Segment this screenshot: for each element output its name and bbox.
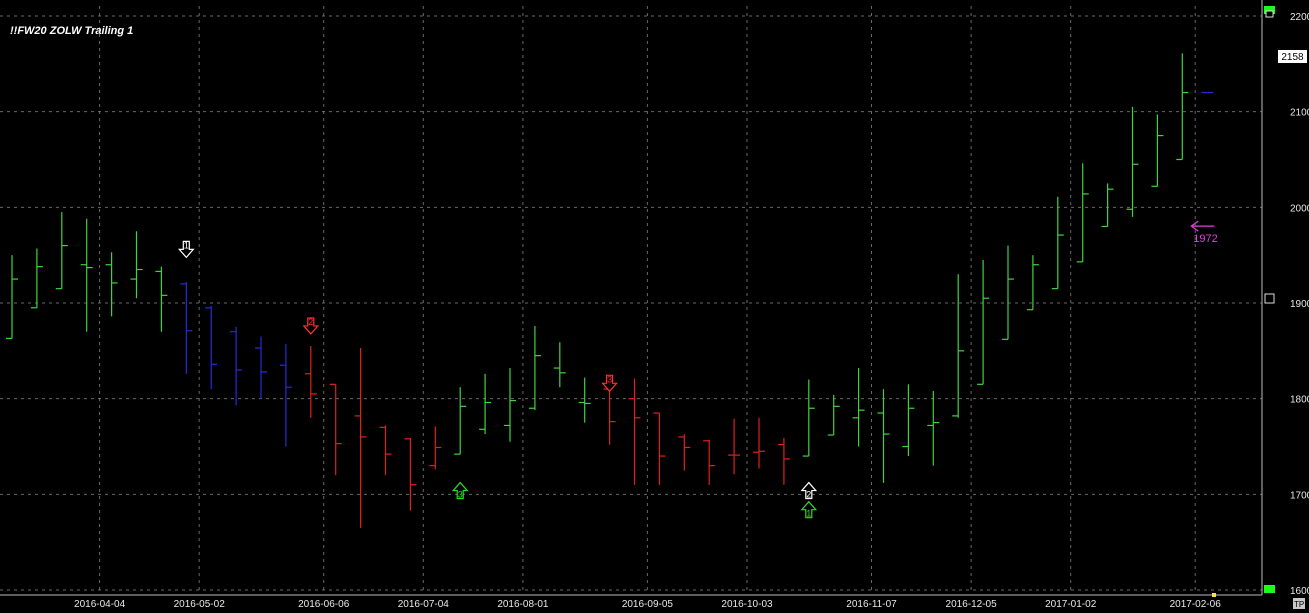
signal-label: 1: [806, 509, 811, 519]
x-tick-label: 2017-02-06: [1170, 599, 1222, 610]
x-tick-label: 2016-05-02: [174, 599, 226, 610]
last-price-label: 2158: [1281, 52, 1304, 63]
price-chart[interactable]: 1 2 3 3 2 1 1972 2200 2100 2000 1900 1800 1700 1600…: [0, 0, 1309, 613]
x-axis-marker-icon: [1212, 593, 1216, 597]
axis-scroll-bottom-handle[interactable]: [1264, 585, 1275, 593]
y-tick-label: 1900: [1290, 299, 1309, 310]
signal-label: 3: [458, 490, 463, 500]
signal-label: 1: [184, 240, 189, 250]
x-tick-label: 2016-11-07: [846, 599, 897, 610]
y-tick-label: 1800: [1290, 395, 1309, 406]
signal-label: 2: [308, 317, 313, 327]
tp-button-label-icon: TP: [1294, 600, 1304, 609]
x-tick-label: 2017-01-02: [1045, 599, 1097, 610]
x-tick-label: 2016-08-01: [497, 599, 549, 610]
x-tick-label: 2016-07-04: [398, 599, 450, 610]
signal-label: 3: [607, 374, 612, 384]
y-tick-label: 1700: [1290, 490, 1309, 501]
signal-label: 2: [806, 490, 811, 500]
x-tick-label: 2016-12-05: [946, 599, 998, 610]
y-tick-label: 2100: [1290, 108, 1309, 119]
y-tick-label: 2200: [1290, 12, 1309, 23]
axis-marker-top-icon[interactable]: [1265, 10, 1274, 18]
chart-background: [0, 0, 1309, 613]
x-tick-label: 2016-10-03: [721, 599, 773, 610]
chart-title: !!FW20 ZOLW Trailing 1: [10, 25, 133, 37]
axis-marker-mid-icon[interactable]: [1264, 293, 1275, 304]
x-tick-label: 2016-06-06: [298, 599, 350, 610]
x-tick-label: 2016-04-04: [74, 599, 126, 610]
annotation-label: 1972: [1193, 233, 1217, 245]
x-tick-label: 2016-09-05: [622, 599, 674, 610]
y-tick-label: 2000: [1290, 203, 1309, 214]
y-tick-label: 1600: [1290, 586, 1309, 597]
